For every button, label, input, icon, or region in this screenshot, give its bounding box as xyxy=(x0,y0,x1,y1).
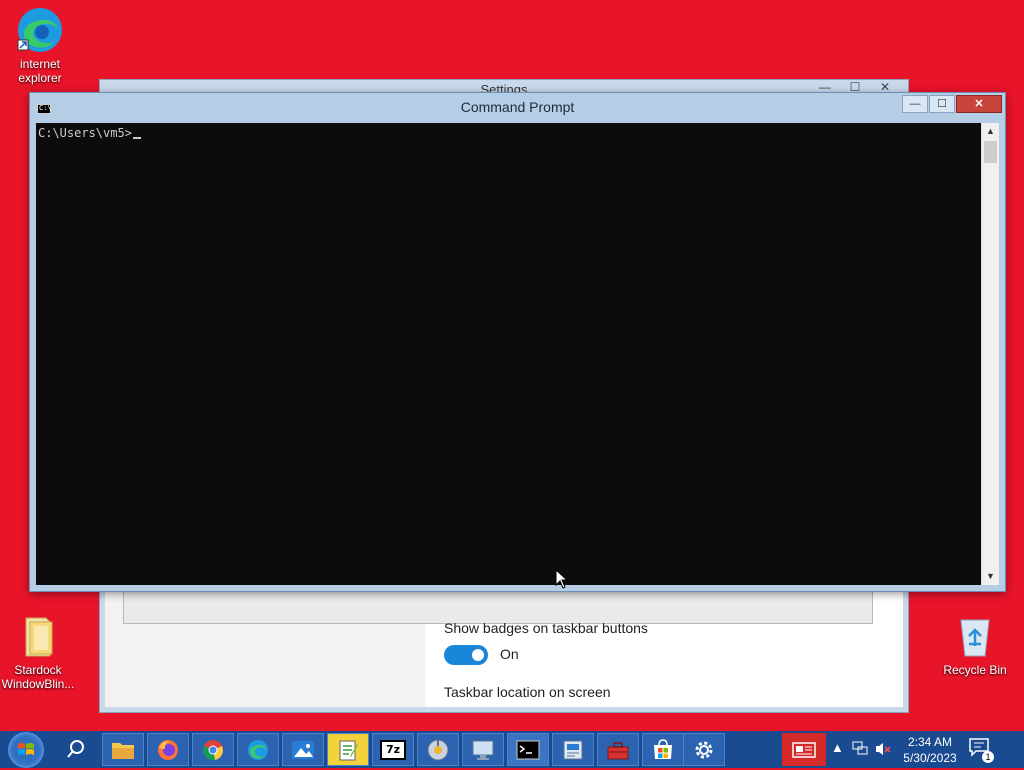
photos-icon xyxy=(292,740,314,759)
toolbox-icon xyxy=(607,741,629,759)
taskbar-app-microsoft-store[interactable] xyxy=(642,733,684,766)
desktop-icon-internet-explorer[interactable]: internet explorer xyxy=(0,6,80,85)
cmd-minimize-button[interactable]: — xyxy=(902,95,928,113)
notepad-icon xyxy=(339,740,358,760)
desktop-icon-stardock[interactable]: Stardock WindowBlin... xyxy=(0,612,78,691)
scroll-up-arrow-icon[interactable]: ▲ xyxy=(982,123,999,140)
disk-icon xyxy=(427,739,449,760)
gear-icon xyxy=(695,741,713,758)
taskbar-clock[interactable]: 2:34 AM 5/30/2023 xyxy=(895,734,965,766)
cmd-scrollbar[interactable]: ▲ ▼ xyxy=(981,123,999,585)
badges-setting-label: Show badges on taskbar buttons xyxy=(444,620,648,636)
search-icon xyxy=(67,740,84,758)
start-button[interactable] xyxy=(8,732,44,768)
taskbar-app-command-prompt[interactable] xyxy=(507,733,549,766)
network-icon[interactable] xyxy=(851,741,869,757)
clock-date: 5/30/2023 xyxy=(903,751,957,765)
edge-icon xyxy=(248,739,268,760)
cmd-titlebar[interactable]: C:\ Command Prompt — ☐ ✕ xyxy=(30,93,1005,121)
news-widget-button[interactable] xyxy=(782,733,826,766)
taskbar-app-edge[interactable] xyxy=(237,733,279,766)
cmd-maximize-button[interactable]: ☐ xyxy=(929,95,955,113)
desktop-icon-label: Stardock WindowBlin... xyxy=(1,663,75,691)
edge-icon xyxy=(16,6,64,54)
taskbar-app-remote-desktop[interactable] xyxy=(462,733,504,766)
command-prompt-window[interactable]: C:\ Command Prompt — ☐ ✕ C:\Users\vm5> ▲… xyxy=(29,92,1006,592)
taskbar: 7z ▲ 2:34 AM 5/30/2023 1 xyxy=(0,731,1024,768)
taskbar-app-toolbox[interactable] xyxy=(597,733,639,766)
notification-count-badge: 1 xyxy=(982,751,994,763)
volume-muted-icon[interactable] xyxy=(874,741,892,757)
scroll-thumb[interactable] xyxy=(984,141,997,163)
chrome-icon xyxy=(203,739,223,760)
terminal-icon xyxy=(516,740,540,759)
taskbar-app-photos[interactable] xyxy=(282,733,324,766)
scroll-down-arrow-icon[interactable]: ▼ xyxy=(982,568,999,585)
mouse-pointer-icon xyxy=(555,569,569,589)
taskbar-app-notepad-plus[interactable] xyxy=(327,733,369,766)
taskbar-app-file-explorer[interactable] xyxy=(102,733,144,766)
taskbar-app-7zip[interactable]: 7z xyxy=(372,733,414,766)
clock-time: 2:34 AM xyxy=(907,735,953,749)
store-icon xyxy=(654,738,672,759)
badges-toggle[interactable] xyxy=(444,645,488,665)
taskbar-app-settings[interactable] xyxy=(683,733,725,766)
taskbar-location-label: Taskbar location on screen xyxy=(444,684,611,700)
cmd-title: Command Prompt xyxy=(460,99,575,115)
news-icon xyxy=(792,741,816,758)
network-app-icon xyxy=(563,740,583,759)
folder-icon xyxy=(112,742,134,759)
cmd-console[interactable]: C:\Users\vm5> ▲ ▼ xyxy=(36,123,999,585)
badges-toggle-state: On xyxy=(500,646,519,662)
folder-icon xyxy=(14,612,62,660)
monitor-icon xyxy=(472,740,494,760)
desktop-icon-recycle-bin[interactable]: Recycle Bin xyxy=(935,612,1015,677)
text-cursor xyxy=(132,137,141,139)
cmd-prompt: C:\Users\vm5> xyxy=(38,126,132,140)
desktop-icon-label: Recycle Bin xyxy=(943,663,1007,677)
taskbar-app-disk-utility[interactable] xyxy=(417,733,459,766)
cmd-close-button[interactable]: ✕ xyxy=(956,95,1002,113)
settings-overlay-panel xyxy=(123,590,873,624)
taskbar-app-firefox[interactable] xyxy=(147,733,189,766)
taskbar-search-button[interactable] xyxy=(58,735,92,765)
recycle-bin-icon xyxy=(951,612,999,660)
windows-logo-icon xyxy=(18,743,34,755)
firefox-icon xyxy=(158,739,178,760)
7zip-icon: 7z xyxy=(380,739,406,760)
taskbar-app-network[interactable] xyxy=(552,733,594,766)
tray-overflow-chevron-icon[interactable]: ▲ xyxy=(831,740,844,755)
cmd-prompt-line: C:\Users\vm5> xyxy=(38,126,141,140)
desktop-icon-label: internet explorer xyxy=(18,57,62,85)
action-center-button[interactable]: 1 xyxy=(968,737,994,763)
taskbar-app-chrome[interactable] xyxy=(192,733,234,766)
